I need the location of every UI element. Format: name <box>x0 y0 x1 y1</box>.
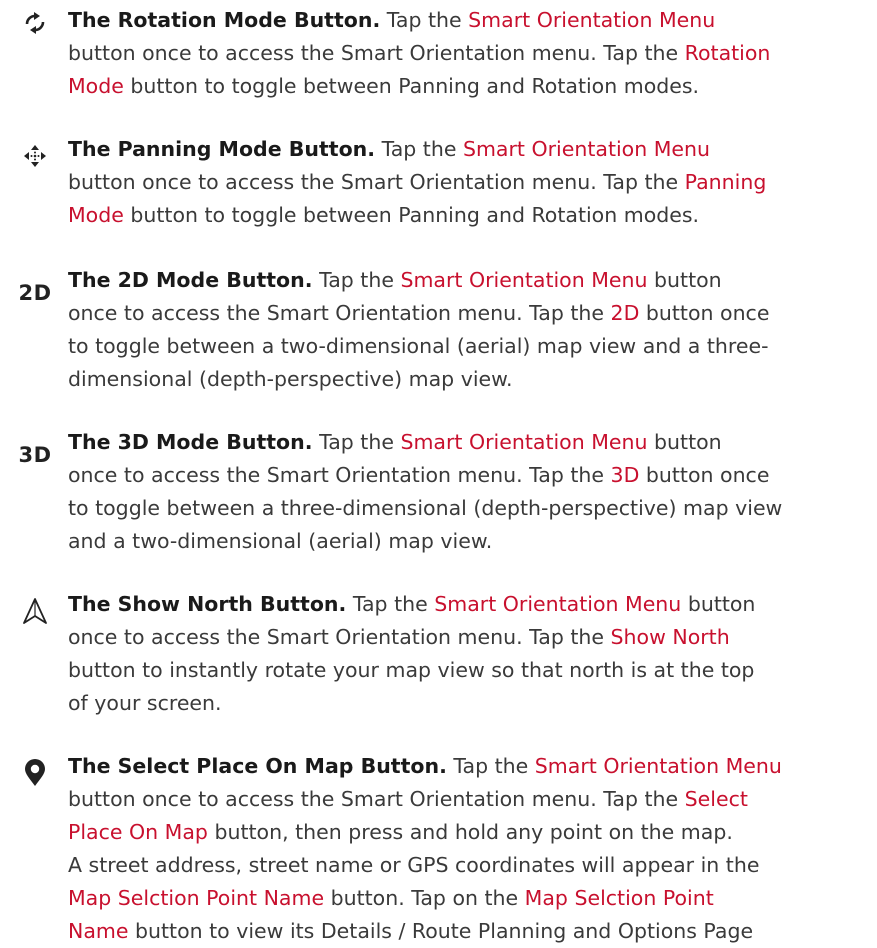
entry-title: The Select Place On Map Button. <box>68 754 447 778</box>
rotate-icon <box>18 6 52 40</box>
link-panning-mode: Mode <box>68 203 124 227</box>
entry-title: The Rotation Mode Button. <box>68 8 381 32</box>
map-pin-icon <box>18 756 52 790</box>
link-map-selection-point-name: Map Selction Point Name <box>68 886 325 910</box>
link-map-selection-point-name: Name <box>68 919 129 943</box>
link-show-north: Show North <box>610 625 730 649</box>
link-smart-orientation-menu: Smart Orientation Menu <box>462 137 711 161</box>
link-panning-mode: Panning <box>684 170 767 194</box>
entry-title: The Panning Mode Button. <box>68 137 376 161</box>
entry-text: The Show North Button. Tap the Smart Ori… <box>68 592 756 715</box>
entry-title: The 3D Mode Button. <box>68 430 313 454</box>
entry-title: The Show North Button. <box>68 592 347 616</box>
link-smart-orientation-menu: Smart Orientation Menu <box>400 268 648 292</box>
link-rotation-mode: Mode <box>68 74 124 98</box>
entry-text: The Panning Mode Button. Tap the Smart O… <box>68 137 767 227</box>
link-smart-orientation-menu: Smart Orientation Menu <box>400 430 648 454</box>
link-select-place-on-map: Place On Map <box>68 820 208 844</box>
entry-title: The 2D Mode Button. <box>68 268 313 292</box>
help-page: The Rotation Mode Button. Tap the Smart … <box>0 0 877 943</box>
link-3d: 3D <box>610 463 640 487</box>
entry-text: The Select Place On Map Button. Tap the … <box>68 754 782 943</box>
link-smart-orientation-menu: Smart Orientation Menu <box>468 8 716 32</box>
link-2d: 2D <box>610 301 640 325</box>
entry-text: The 2D Mode Button. Tap the Smart Orient… <box>68 268 770 391</box>
2d-icon: 2D <box>18 281 52 305</box>
3d-icon: 3D <box>18 443 52 467</box>
link-smart-orientation-menu: Smart Orientation Menu <box>434 592 682 616</box>
pan-arrows-icon <box>18 139 52 173</box>
link-smart-orientation-menu: Smart Orientation Menu <box>534 754 782 778</box>
link-map-selection-point-name: Map Selction Point <box>524 886 714 910</box>
entry-text: The 3D Mode Button. Tap the Smart Orient… <box>68 430 783 553</box>
north-arrow-icon <box>18 594 52 628</box>
entry-text: The Rotation Mode Button. Tap the Smart … <box>68 8 771 98</box>
link-rotation-mode: Rotation <box>684 41 771 65</box>
link-select-place-on-map: Select <box>684 787 748 811</box>
